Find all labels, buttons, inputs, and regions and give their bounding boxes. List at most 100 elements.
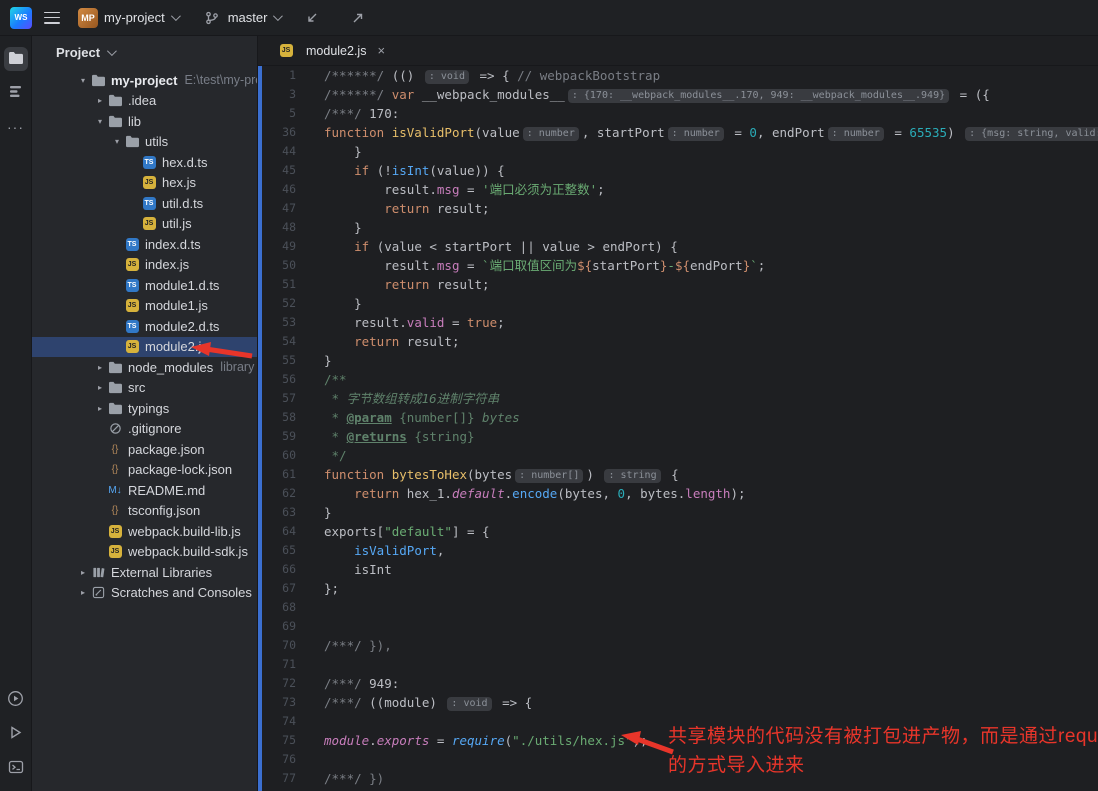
line-number: 58 <box>262 408 296 427</box>
tree-item-hex.d.ts[interactable]: TShex.d.ts <box>32 152 257 173</box>
tree-item-module2.js[interactable]: JSmodule2.js <box>32 337 257 358</box>
tree-item-label: src <box>128 380 145 395</box>
line-number: 47 <box>262 199 296 218</box>
code-line-61: 61function bytesToHex(bytes: number[]) :… <box>262 465 1098 484</box>
project-widget[interactable]: MP my-project <box>72 5 184 31</box>
services-tool-button[interactable] <box>4 688 28 712</box>
folder-icon <box>107 400 123 416</box>
activity-bar: ··· <box>0 36 32 791</box>
chevron-right-icon[interactable]: ▸ <box>93 383 107 392</box>
tree-item-README.md[interactable]: M↓README.md <box>32 480 257 501</box>
md-file-icon: M↓ <box>107 482 123 498</box>
line-number: 60 <box>262 446 296 465</box>
line-number: 75 <box>262 731 296 750</box>
code-line-51: 51 return result; <box>262 275 1098 294</box>
tree-item-lib[interactable]: ▾lib <box>32 111 257 132</box>
structure-tool-button[interactable] <box>4 81 28 105</box>
tree-item-my-project[interactable]: ▾my-projectE:\test\my-project <box>32 70 257 91</box>
tree-item-hex.js[interactable]: JShex.js <box>32 173 257 194</box>
code-line-67: 67}; <box>262 579 1098 598</box>
line-number: 55 <box>262 351 296 370</box>
tree-item-typings[interactable]: ▸ typings <box>32 398 257 419</box>
more-tools-button[interactable]: ··· <box>4 115 28 139</box>
arrow-up-right-icon[interactable] <box>348 8 368 28</box>
editor-area: JS module2.js × 1/******/ (() : void => … <box>258 36 1098 791</box>
code-line-65: 65 isValidPort, <box>262 541 1098 560</box>
services-icon <box>7 690 24 710</box>
line-number: 36 <box>262 123 296 142</box>
chevron-right-icon[interactable]: ▸ <box>76 588 90 597</box>
tree-item-label: util.js <box>162 216 192 231</box>
tree-item-package.json[interactable]: {}package.json <box>32 439 257 460</box>
scratch-icon <box>90 585 106 601</box>
chevron-right-icon[interactable]: ▸ <box>93 404 107 413</box>
line-number: 63 <box>262 503 296 522</box>
project-tool-button[interactable] <box>4 47 28 71</box>
code-line-49: 49 if (value < startPort || value > endP… <box>262 237 1098 256</box>
tree-item-label: module2.d.ts <box>145 319 219 334</box>
code-editor[interactable]: 1/******/ (() : void => { // webpackBoot… <box>258 66 1098 791</box>
code-line-72: 72/***/ 949: <box>262 674 1098 693</box>
chevron-right-icon[interactable]: ▸ <box>76 568 90 577</box>
tree-item-src[interactable]: ▸ src <box>32 378 257 399</box>
tree-item-label: typings <box>128 401 169 416</box>
chevron-down-icon[interactable]: ▾ <box>93 117 107 126</box>
terminal-tool-button[interactable] <box>4 756 28 780</box>
project-panel-title: Project <box>56 45 100 60</box>
line-number: 68 <box>262 598 296 617</box>
code-line-3: 3/******/ var __webpack_modules__: {170:… <box>262 85 1098 104</box>
close-icon[interactable]: × <box>377 43 385 58</box>
tree-item-util.d.ts[interactable]: TSutil.d.ts <box>32 193 257 214</box>
tree-item-webpack.build-sdk.js[interactable]: JSwebpack.build-sdk.js <box>32 542 257 563</box>
tree-item-.idea[interactable]: ▸.idea <box>32 91 257 112</box>
tab-label: module2.js <box>306 44 366 58</box>
line-number: 69 <box>262 617 296 636</box>
code-line-53: 53 result.valid = true; <box>262 313 1098 332</box>
arrow-down-left-icon[interactable] <box>302 8 322 28</box>
code-line-63: 63} <box>262 503 1098 522</box>
tree-item-External-Libraries[interactable]: ▸External Libraries <box>32 562 257 583</box>
js-file-icon: JS <box>280 44 293 57</box>
chevron-right-icon[interactable]: ▸ <box>93 363 107 372</box>
tree-item-module2.d.ts[interactable]: TS module2.d.ts <box>32 316 257 337</box>
project-panel-header[interactable]: Project <box>32 36 257 68</box>
run-tool-button[interactable] <box>4 722 28 746</box>
tree-item-Scratches-and-Consoles[interactable]: ▸Scratches and Consoles <box>32 583 257 604</box>
tree-item-package-lock.json[interactable]: {}package-lock.json <box>32 460 257 481</box>
line-number: 52 <box>262 294 296 313</box>
tree-item-tsconfig.json[interactable]: {}tsconfig.json <box>32 501 257 522</box>
tree-item-index.js[interactable]: JS index.js <box>32 255 257 276</box>
tree-item-util.js[interactable]: JSutil.js <box>32 214 257 235</box>
line-number: 59 <box>262 427 296 446</box>
js-file-icon: JS <box>126 258 139 271</box>
tree-item-module1.d.ts[interactable]: TSmodule1.d.ts <box>32 275 257 296</box>
js-file-icon: JS <box>126 340 139 353</box>
chevron-right-icon[interactable]: ▸ <box>93 96 107 105</box>
branch-widget[interactable]: master <box>196 5 287 31</box>
code-line-73: 73/***/ ((module) : void => { <box>262 693 1098 712</box>
ts-file-icon: TS <box>126 320 139 333</box>
folder-icon <box>107 113 123 129</box>
webstorm-logo-icon: WS <box>10 7 32 29</box>
tree-item-.gitignore[interactable]: .gitignore <box>32 419 257 440</box>
line-number: 70 <box>262 636 296 655</box>
menu-icon[interactable] <box>44 12 60 24</box>
chevron-down-icon[interactable]: ▾ <box>76 76 90 85</box>
code-line-59: 59 * @returns {string} <box>262 427 1098 446</box>
line-number: 57 <box>262 389 296 408</box>
tree-item-index.d.ts[interactable]: TSindex.d.ts <box>32 234 257 255</box>
project-panel: Project ▾my-projectE:\test\my-project▸.i… <box>32 36 258 791</box>
chevron-down-icon <box>171 11 181 21</box>
tree-item-node_modules[interactable]: ▸node_moduleslibrary root <box>32 357 257 378</box>
code-line-69: 69 <box>262 617 1098 636</box>
chevron-down-icon[interactable]: ▾ <box>110 137 124 146</box>
line-number: 54 <box>262 332 296 351</box>
tree-item-webpack.build-lib.js[interactable]: JSwebpack.build-lib.js <box>32 521 257 542</box>
main-toolbar: WS MP my-project master <box>0 0 1098 36</box>
folder-icon <box>107 93 123 109</box>
tree-item-label: webpack.build-lib.js <box>128 524 241 539</box>
tree-item-utils[interactable]: ▾utils <box>32 132 257 153</box>
tree-item-label: index.js <box>145 257 189 272</box>
tree-item-module1.js[interactable]: JSmodule1.js <box>32 296 257 317</box>
editor-tab-module2js[interactable]: JS module2.js × <box>266 36 397 65</box>
